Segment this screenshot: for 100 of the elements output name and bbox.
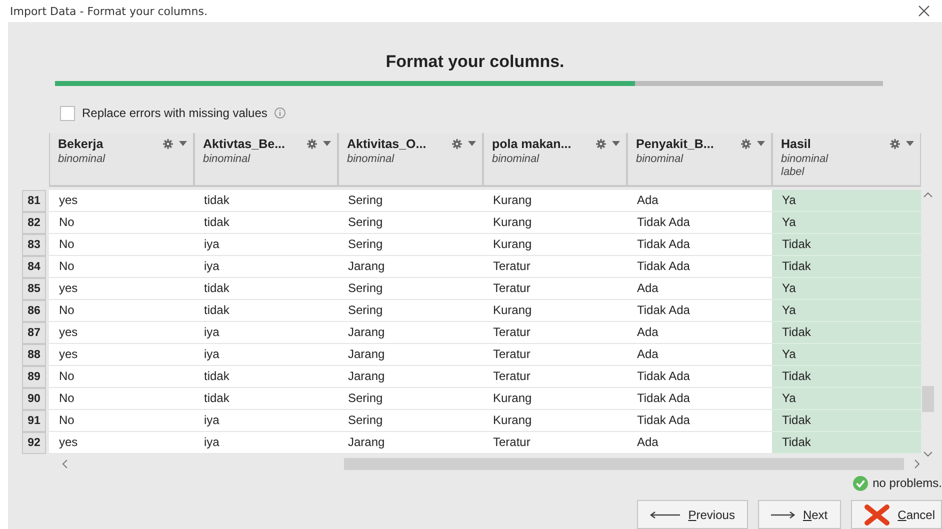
table-cell: Tidak Ada — [627, 300, 772, 322]
right-arrow-icon — [770, 510, 795, 518]
table-cell: Sering — [338, 388, 483, 410]
column-type: binominal — [203, 152, 252, 166]
row-number: 81 — [22, 190, 46, 212]
caret-icon[interactable] — [323, 141, 331, 146]
table-cell: Jarang — [338, 366, 483, 388]
table-cell: Sering — [338, 190, 483, 212]
table-cell: Ada — [627, 432, 772, 454]
scroll-left-icon[interactable] — [60, 458, 70, 469]
caret-icon[interactable] — [757, 141, 765, 146]
row-number: 90 — [22, 388, 46, 410]
table-cell: No — [49, 366, 194, 388]
table-cell: Sering — [338, 278, 483, 300]
table-cell: Ya — [772, 388, 921, 410]
column-type: binominal — [781, 152, 830, 166]
table-cell: Tidak — [772, 322, 921, 344]
table-cell: Ya — [772, 190, 921, 212]
table-cell: No — [49, 300, 194, 322]
column-name: Hasil — [781, 136, 811, 151]
page-heading: Format your columns. — [384, 52, 566, 73]
table-cell: Ya — [772, 212, 921, 234]
column-type: binominal — [492, 152, 540, 166]
previous-button[interactable]: Previous — [637, 500, 748, 529]
checkbox[interactable] — [60, 106, 75, 121]
scroll-down-icon[interactable] — [923, 450, 933, 458]
column-role: label — [781, 166, 806, 179]
row-number: 83 — [22, 234, 46, 256]
cancel-button[interactable]: Cancel — [850, 500, 942, 529]
table-cell: Jarang — [338, 344, 483, 366]
table-cell: Tidak Ada — [627, 410, 772, 432]
gear-icon[interactable] — [596, 138, 606, 149]
next-button[interactable]: Next — [758, 500, 841, 529]
horizontal-scrollbar[interactable] — [60, 458, 922, 470]
caret-icon[interactable] — [179, 141, 187, 146]
table-cell: Sering — [338, 300, 483, 322]
table-cell: Tidak — [772, 410, 921, 432]
table-cell: tidak — [194, 388, 338, 410]
table-cell: Tidak — [772, 432, 921, 454]
column-name: Bekerja — [58, 136, 104, 151]
table-cell: Teratur — [483, 366, 627, 388]
table-cell: iya — [194, 256, 338, 278]
table-cell: Tidak Ada — [627, 388, 772, 410]
column-header[interactable]: Aktivitas_O... binominal — [338, 132, 483, 187]
table-cell: Tidak — [772, 234, 921, 256]
gear-icon[interactable] — [307, 138, 317, 149]
column-type: binominal — [347, 152, 396, 166]
table-cell: Teratur — [483, 432, 627, 454]
table-cell: iya — [194, 344, 338, 366]
gear-icon[interactable] — [890, 138, 900, 149]
table-cell: tidak — [194, 212, 338, 234]
table-cell: Ya — [772, 300, 921, 322]
column-header[interactable]: Aktivtas_Be... binominal — [194, 132, 338, 187]
scroll-up-icon[interactable] — [923, 190, 933, 199]
table-cell: tidak — [194, 366, 338, 388]
table-cell: iya — [194, 432, 338, 454]
column-name: Aktivtas_Be... — [203, 136, 285, 151]
table-cell: Sering — [338, 212, 483, 234]
column-header[interactable]: Hasil binominal label — [772, 132, 921, 187]
table-cell: Jarang — [338, 256, 483, 278]
scroll-thumb[interactable] — [922, 386, 934, 412]
row-number: 85 — [22, 278, 46, 300]
caret-icon[interactable] — [612, 141, 620, 146]
column-header[interactable]: pola makan... binominal — [483, 132, 627, 187]
check-icon — [852, 476, 868, 491]
table-cell: Teratur — [483, 322, 627, 344]
scroll-thumb[interactable] — [344, 458, 904, 470]
row-number: 82 — [22, 212, 46, 234]
row-number: 87 — [22, 322, 46, 344]
table-cell: yes — [49, 322, 194, 344]
caret-icon[interactable] — [906, 141, 914, 146]
gear-icon[interactable] — [163, 138, 173, 149]
gear-icon[interactable] — [452, 138, 462, 149]
row-number: 86 — [22, 300, 46, 322]
table-cell: Ada — [627, 322, 772, 344]
table-cell: Kurang — [483, 388, 627, 410]
table-cell: iya — [194, 410, 338, 432]
table-cell: No — [49, 256, 194, 278]
table-cell: tidak — [194, 190, 338, 212]
row-number: 84 — [22, 256, 46, 278]
table-cell: Teratur — [483, 278, 627, 300]
row-number: 88 — [22, 344, 46, 366]
table-cell: Teratur — [483, 344, 627, 366]
window-title: Import Data - Format your columns. — [10, 4, 208, 18]
table-cell: Tidak Ada — [627, 366, 772, 388]
gear-icon[interactable] — [741, 138, 751, 149]
column-header[interactable]: Penyakit_B... binominal — [627, 132, 772, 187]
caret-icon[interactable] — [468, 141, 476, 146]
column-header[interactable]: Bekerja binominal — [49, 132, 194, 187]
table-cell: Kurang — [483, 190, 627, 212]
info-icon[interactable] — [274, 107, 286, 120]
scroll-right-icon[interactable] — [912, 458, 922, 469]
close-icon[interactable] — [918, 5, 930, 17]
table-cell: Ya — [772, 278, 921, 300]
table-cell: Ada — [627, 278, 772, 300]
table-cell: Kurang — [483, 234, 627, 256]
checkbox-label: Replace errors with missing values — [82, 106, 268, 120]
column-name: Aktivitas_O... — [347, 136, 426, 151]
close-icon — [864, 504, 890, 526]
table-cell: yes — [49, 344, 194, 366]
